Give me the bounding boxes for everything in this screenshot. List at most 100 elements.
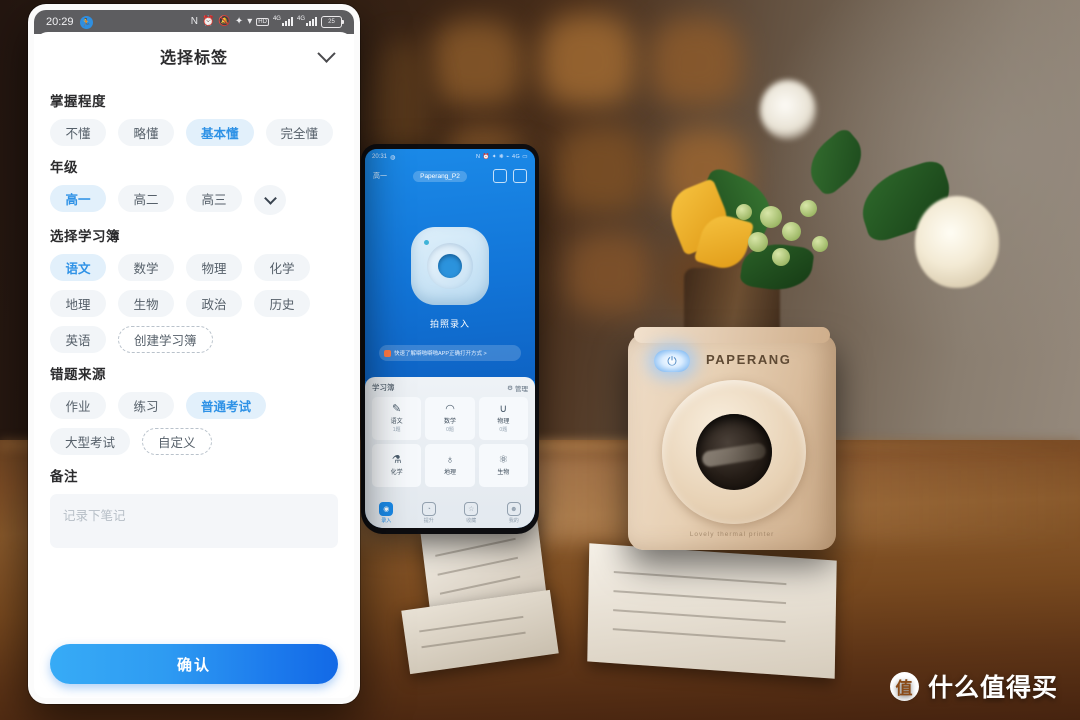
expand-grades-button[interactable] [254,185,286,215]
create-notebook-button[interactable]: 创建学习簿 [118,326,213,353]
alarm-icon: ⏰ [201,16,215,27]
sheet-header: 选择标签 [34,32,354,80]
chip-grade-2[interactable]: 高三 [186,185,242,212]
chip-source-0[interactable]: 作业 [50,392,106,419]
chevron-down-icon [316,43,336,63]
scan-icon[interactable] [492,169,507,183]
bg-tip-banner[interactable]: 快速了解噼啪噼啪APP正确打开方式 > [379,345,521,361]
bg-subject-cell[interactable]: ⚗ 化学 [372,444,422,487]
bg-banner-text: 快速了解噼啪噼啪APP正确打开方式 > [394,351,487,357]
bg-subject-label: 语文 [390,419,403,425]
silent-bell-icon: 🔕 [218,16,231,27]
printer-paper-slot [696,414,772,490]
printer-footer-label: Lovely thermal printer [689,531,775,538]
signal-network-label: 4G [272,15,281,22]
bg-printer-hole [438,254,462,278]
printer-top-cover [634,327,830,343]
bg-tab-favorites[interactable]: ☆ 收藏 [464,502,479,524]
berry [760,206,782,228]
chip-source-1[interactable]: 练习 [118,392,174,419]
foreground-phone: 20:29 🏃 N ⏰ 🔕 ✦ ▾ HD 4G 4G 25 选择标签 掌握程度 … [28,4,360,704]
chip-notebook-5[interactable]: 生物 [118,290,174,317]
print-icon[interactable] [512,169,527,183]
chip-notebook-2[interactable]: 物理 [186,254,242,281]
shelf-blur-8 [566,232,652,314]
watermark-text: 什么值得买 [927,674,1058,702]
signal-icon-1: 4G [273,16,293,29]
bg-manage-button[interactable]: ⚙ 管理 [507,383,528,393]
page-title: 选择标签 [159,50,228,67]
star-icon: ☆ [464,502,479,516]
chevron-down-icon [263,191,277,205]
section-mastery: 掌握程度 不懂 略懂 基本懂 完全懂 [50,90,338,146]
bg-subject-cell[interactable]: ⚛ 生物 [478,444,528,487]
bg-tab-profile[interactable]: ☻ 我的 [506,502,521,524]
section-title: 选择学习簿 [50,229,120,244]
chip-notebook-3[interactable]: 化学 [254,254,310,281]
signal-network-label-2: 4G [296,15,305,22]
bg-status-network: 4G [511,154,521,160]
bg-subject-label: 物理 [497,419,510,425]
bg-tab-capture[interactable]: ◉ 录入 [379,502,394,524]
tag-select-sheet: 选择标签 掌握程度 不懂 略懂 基本懂 完全懂 年级 高一 高二 高三 选择学习… [34,32,354,698]
watermark: 值 什么值得买 [889,668,1058,704]
chip-notebook-0[interactable]: 语文 [50,254,106,281]
bg-running-icon: ◍ [390,154,396,161]
confirm-button[interactable]: 确认 [50,644,338,684]
shelf-blur-2 [540,14,636,106]
bg-subject-cell[interactable]: ✎ 语文 1题 [372,397,422,440]
battery-icon: 25 [321,16,344,28]
bg-tab-improve[interactable]: ◔ 提升 [421,502,436,524]
bg-subject-cell[interactable]: ∪ 物理 0题 [478,397,528,440]
bg-phone-hero: 20:31 ◍ N ⏰ ✦ ❋ ⌁ 4G ▭ 高一 Paperang_P2 拍照… [365,149,535,381]
chip-group-source: 作业 练习 普通考试 大型考试 自定义 [50,392,338,455]
status-time: 20:29 [46,16,74,28]
bg-printer-ring [427,243,473,289]
rose-flower [915,196,999,288]
chip-notebook-8[interactable]: 英语 [50,326,106,353]
section-note: 备注 记录下笔记 [50,465,338,548]
bg-booklet-title: 学习簿 [372,383,395,392]
bg-tab-label: 提升 [423,518,434,524]
berry [782,222,801,241]
chip-source-3[interactable]: 大型考试 [50,428,131,455]
collapse-sheet-button[interactable] [314,43,338,68]
shelf-blur-3 [650,18,742,106]
sheet-body: 掌握程度 不懂 略懂 基本懂 完全懂 年级 高一 高二 高三 选择学习簿 语文 … [34,80,354,626]
bg-subject-cell[interactable]: ◠ 数学 0题 [425,397,475,440]
bg-phone-navbar: 高一 Paperang_P2 [365,167,535,185]
chip-grade-0[interactable]: 高一 [50,185,106,212]
bg-subject-count: 0题 [499,427,508,433]
smzdm-logo-icon: 值 [889,671,919,701]
custom-source-button[interactable]: 自定义 [142,428,212,455]
bg-grade-selector[interactable]: 高一 [373,171,387,181]
bokeh-light [760,80,816,140]
bg-subject-count: 0题 [446,427,454,433]
chip-notebook-7[interactable]: 历史 [254,290,310,317]
chip-grade-1[interactable]: 高二 [118,185,174,212]
magnet-icon: ∪ [499,403,508,415]
chip-source-2[interactable]: 普通考试 [186,392,267,419]
wifi-icon: ▾ [247,16,253,27]
chip-mastery-0[interactable]: 不懂 [50,119,106,146]
bg-device-pill[interactable]: Paperang_P2 [413,170,467,182]
bg-battery-icon: ▭ [522,154,528,160]
bg-printer-led-icon [424,240,429,245]
chip-notebook-6[interactable]: 政治 [186,290,242,317]
chip-mastery-3[interactable]: 完全懂 [265,119,334,146]
globe-icon: ♁ [445,453,455,466]
bluetooth-icon: ✦ [234,16,244,27]
chip-mastery-1[interactable]: 略懂 [118,119,174,146]
note-input[interactable]: 记录下笔记 [50,494,338,548]
bg-tab-label: 收藏 [466,518,477,524]
bg-tabbar: ◉ 录入 ◔ 提升 ☆ 收藏 ☻ 我的 [365,502,535,524]
chip-mastery-2[interactable]: 基本懂 [186,119,254,146]
bg-status-time: 20:31 [372,154,388,160]
chip-notebook-4[interactable]: 地理 [50,290,106,317]
berry [736,204,752,220]
bg-subject-label: 地理 [443,469,456,476]
chip-notebook-1[interactable]: 数学 [118,254,174,281]
chip-group-mastery: 不懂 略懂 基本懂 完全懂 [50,119,338,146]
bg-subject-cell[interactable]: ♁ 地理 [425,444,475,487]
bg-subject-count: 1题 [392,427,401,433]
